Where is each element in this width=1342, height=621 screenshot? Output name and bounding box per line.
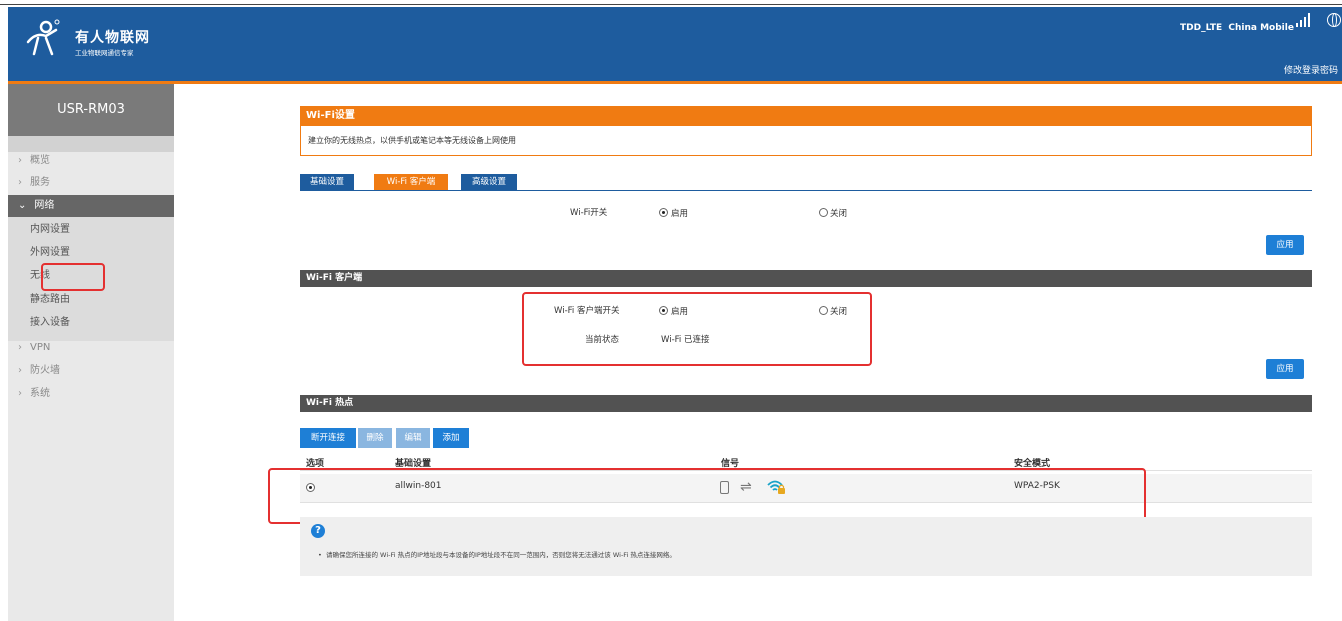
tab-basic-settings[interactable]: 基础设置	[300, 174, 354, 190]
network-status: TDD_LTE China Mobile	[1180, 23, 1294, 33]
wifi-switch-label: Wi-Fi开关	[570, 208, 608, 218]
wifi-enable-radio[interactable]	[659, 208, 668, 217]
app-header: 有人物联网 工业物联网通信专家 TDD_LTE China Mobile 修改登…	[8, 7, 1342, 81]
sidebar-item-lan[interactable]: 内网设置	[8, 219, 174, 241]
top-rule	[0, 0, 1342, 5]
wifi-apply-button[interactable]: 应用	[1266, 235, 1304, 255]
disconnect-button[interactable]: 断开连接	[300, 428, 356, 448]
sidebar-item-network[interactable]: 网络	[8, 195, 174, 217]
wireless-highlight-box	[41, 263, 105, 291]
wifi-client-apply-button[interactable]: 应用	[1266, 359, 1304, 379]
wifi-client-section-title: Wi-Fi 客户端	[300, 270, 1312, 287]
sidebar-item-firewall[interactable]: 防火墙	[8, 360, 174, 382]
sidebar-item-vpn[interactable]: VPN	[8, 337, 174, 359]
wifi-client-highlight-box	[522, 292, 872, 366]
help-note-box	[300, 517, 1312, 576]
wifi-hotspot-section-title: Wi-Fi 热点	[300, 395, 1312, 412]
sidebar-item-access-devices[interactable]: 接入设备	[8, 312, 174, 334]
help-note-text: • 请确保您所连接的 Wi-Fi 热点的IP地址段与本设备的IP地址段不在同一范…	[318, 551, 676, 559]
wifi-disable-label: 关闭	[830, 209, 848, 219]
globe-icon[interactable]	[1327, 13, 1341, 27]
sidebar: USR-RM03 概览 服务 网络 内网设置 外网设置 无线 静态路由 接入设备…	[8, 84, 174, 621]
hotspot-highlight-box	[268, 468, 1146, 524]
wifi-settings-description: 建立你的无线热点，以供手机或笔记本等无线设备上网使用	[308, 136, 516, 145]
wifi-settings-description-box: 建立你的无线热点，以供手机或笔记本等无线设备上网使用	[300, 126, 1312, 156]
sidebar-item-services[interactable]: 服务	[8, 172, 174, 194]
brand-logo-icon	[26, 19, 60, 56]
signal-bars-icon	[1296, 13, 1312, 27]
help-icon: ?	[311, 524, 325, 538]
wifi-disable-radio[interactable]	[819, 208, 828, 217]
delete-button[interactable]: 删除	[358, 428, 392, 448]
help-note-content: 请确保您所连接的 Wi-Fi 热点的IP地址段与本设备的IP地址段不在同一范围内…	[325, 551, 676, 559]
brand-subtitle: 工业物联网通信专家	[75, 49, 134, 57]
add-button[interactable]: 添加	[433, 428, 469, 448]
header-accent-line	[8, 81, 1342, 84]
sidebar-item-wan[interactable]: 外网设置	[8, 242, 174, 264]
sidebar-item-system[interactable]: 系统	[8, 383, 174, 405]
tab-wifi-client[interactable]: Wi-Fi 客户端	[374, 174, 448, 190]
brand-name: 有人物联网	[75, 30, 150, 46]
sidebar-item-static-route[interactable]: 静态路由	[8, 289, 174, 311]
device-name: USR-RM03	[8, 84, 174, 136]
tab-underline	[300, 190, 1312, 191]
wifi-settings-title: Wi-Fi设置	[300, 106, 1312, 126]
tab-advanced-settings[interactable]: 高级设置	[461, 174, 517, 190]
change-login-password-link[interactable]: 修改登录密码	[1284, 63, 1338, 76]
wifi-enable-label: 启用	[671, 209, 689, 219]
sidebar-item-overview[interactable]: 概览	[8, 150, 174, 172]
edit-button[interactable]: 编辑	[396, 428, 430, 448]
